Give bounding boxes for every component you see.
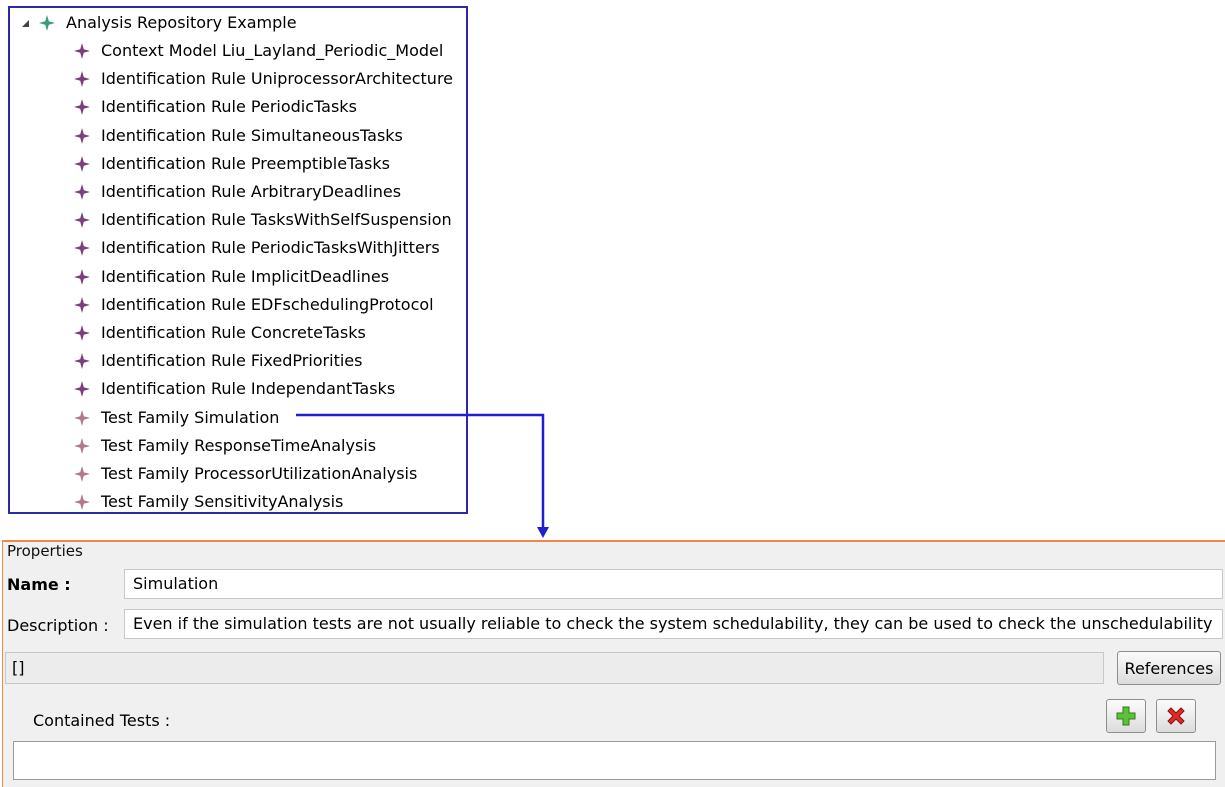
purple-star-icon [74, 325, 90, 341]
tree-item-label: Context Model Liu_Layland_Periodic_Model [101, 41, 444, 60]
tree-item-label: Identification Rule UniprocessorArchitec… [101, 69, 454, 89]
tree-item[interactable]: Context Model Liu_Layland_Periodic_Model [73, 39, 443, 63]
description-label: Description : [7, 616, 109, 635]
name-field[interactable]: Simulation [124, 569, 1223, 599]
tree-item-label: Test Family ProcessorUtilizationAnalysis [101, 464, 418, 483]
tree-item-label: Identification Rule ConcreteTasks [101, 323, 366, 342]
references-field[interactable]: [] [5, 652, 1104, 684]
tree-item[interactable]: Identification Rule PreemptibleTasks [73, 152, 390, 176]
tree-item[interactable]: Identification Rule SimultaneousTasks [73, 124, 403, 148]
purple-star-icon [74, 268, 90, 285]
tree-item-label: Test Family SensitivityAnalysis [101, 492, 344, 512]
pink-star-icon [74, 466, 90, 482]
name-label: Name : [7, 575, 71, 594]
purple-star-icon [74, 43, 90, 59]
tree-item-label: Identification Rule ImplicitDeadlines [101, 266, 390, 286]
tree-item-label: Identification Rule PreemptibleTasks [101, 153, 390, 173]
tree-item[interactable]: Identification Rule IndependantTasks [73, 377, 395, 401]
pink-star-icon [74, 437, 90, 454]
purple-star-icon [74, 99, 90, 116]
tree-root[interactable]: Analysis Repository Example [20, 11, 297, 35]
tree-item[interactable]: Identification Rule ConcreteTasks [73, 321, 366, 345]
tree-item-label: Identification Rule EDFschedulingProtoco… [101, 294, 434, 314]
tree-item-label: Identification Rule FixedPriorities [101, 351, 363, 371]
properties-title: Properties [7, 542, 83, 560]
tree-item[interactable]: Identification Rule PeriodicTasksWithJit… [73, 236, 440, 260]
description-field[interactable]: Even if the simulation tests are not usu… [124, 609, 1223, 639]
references-button[interactable]: References [1117, 651, 1221, 685]
contained-tests-label: Contained Tests : [33, 711, 171, 730]
tree-item[interactable]: Identification Rule EDFschedulingProtoco… [73, 293, 434, 317]
purple-star-icon [74, 155, 90, 172]
tree-item[interactable]: Test Family Simulation [73, 406, 279, 430]
tree-item[interactable]: Identification Rule UniprocessorArchitec… [73, 67, 453, 91]
tree-item-label: Identification Rule SimultaneousTasks [101, 125, 403, 145]
red-x-icon [1167, 707, 1185, 725]
purple-star-icon [74, 71, 90, 88]
purple-star-icon [74, 184, 90, 200]
purple-star-icon [74, 212, 90, 229]
tree-item-label: Test Family ResponseTimeAnalysis [101, 435, 377, 455]
pink-star-icon [74, 494, 90, 511]
purple-star-icon [74, 296, 90, 313]
contained-tests-list[interactable] [13, 741, 1216, 780]
pink-star-icon [74, 409, 90, 426]
tree-item-label: Identification Rule PeriodicTasksWithJit… [101, 238, 440, 258]
tree-item-label: Identification Rule PeriodicTasks [101, 97, 357, 117]
remove-test-button[interactable] [1156, 699, 1196, 733]
tree-root-label: Analysis Repository Example [66, 13, 297, 32]
tree-item-label: Identification Rule ArbitraryDeadlines [101, 182, 402, 201]
purple-star-icon [74, 127, 90, 144]
collapse-arrow-icon[interactable] [20, 18, 30, 28]
purple-star-icon [74, 353, 90, 370]
properties-panel: Properties Name : Simulation Description… [2, 540, 1225, 787]
tree-item[interactable]: Identification Rule TasksWithSelfSuspens… [73, 208, 452, 232]
purple-star-icon [74, 240, 90, 257]
tree-item[interactable]: Test Family SensitivityAnalysis [73, 490, 343, 514]
add-test-button[interactable] [1106, 699, 1146, 733]
tree-item[interactable]: Identification Rule ImplicitDeadlines [73, 265, 389, 289]
green-star-icon [39, 15, 55, 31]
tree-item[interactable]: Identification Rule PeriodicTasks [73, 95, 357, 119]
green-plus-icon [1116, 706, 1136, 726]
tree-item-label: Identification Rule TasksWithSelfSuspens… [101, 210, 452, 230]
tree-item-label: Identification Rule IndependantTasks [101, 379, 396, 399]
tree-item[interactable]: Identification Rule ArbitraryDeadlines [73, 180, 401, 204]
tree-item[interactable]: Test Family ProcessorUtilizationAnalysis [73, 462, 417, 486]
purple-star-icon [74, 381, 90, 398]
repository-tree: Analysis Repository Example Context Mode… [8, 6, 468, 514]
tree-item[interactable]: Identification Rule FixedPriorities [73, 349, 362, 373]
tree-item-label: Test Family Simulation [101, 407, 280, 427]
tree-item[interactable]: Test Family ResponseTimeAnalysis [73, 434, 376, 458]
